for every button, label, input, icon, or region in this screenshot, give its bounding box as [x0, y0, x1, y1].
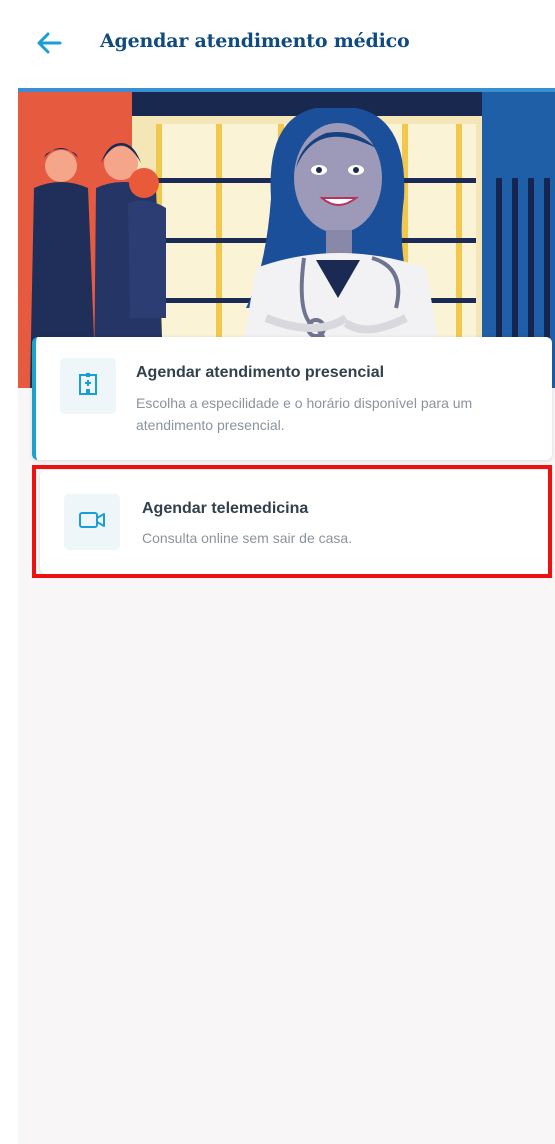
option-description: Escolha a especilidade e o horário dispo… [136, 395, 473, 433]
arrow-left-icon [36, 32, 62, 59]
option-icon-box [64, 494, 120, 550]
option-description: Consulta online sem sair de casa. [142, 530, 353, 546]
video-camera-icon [78, 510, 106, 535]
back-button[interactable] [32, 28, 66, 62]
option-icon-box [60, 358, 116, 414]
option-in-person[interactable]: Agendar atendimento presencial Escolha a… [32, 337, 552, 460]
option-telemedicine[interactable]: Agendar telemedicina Consulta online sem… [40, 470, 551, 574]
option-title: Agendar telemedicina [142, 500, 309, 517]
option-title: Agendar atendimento presencial [136, 364, 385, 381]
app-header: Agendar atendimento médico [18, 0, 555, 88]
hospital-building-icon [77, 372, 99, 401]
page-title: Agendar atendimento médico [100, 30, 410, 52]
app-screen: Agendar atendimento médico Agendar atend… [18, 0, 555, 1144]
